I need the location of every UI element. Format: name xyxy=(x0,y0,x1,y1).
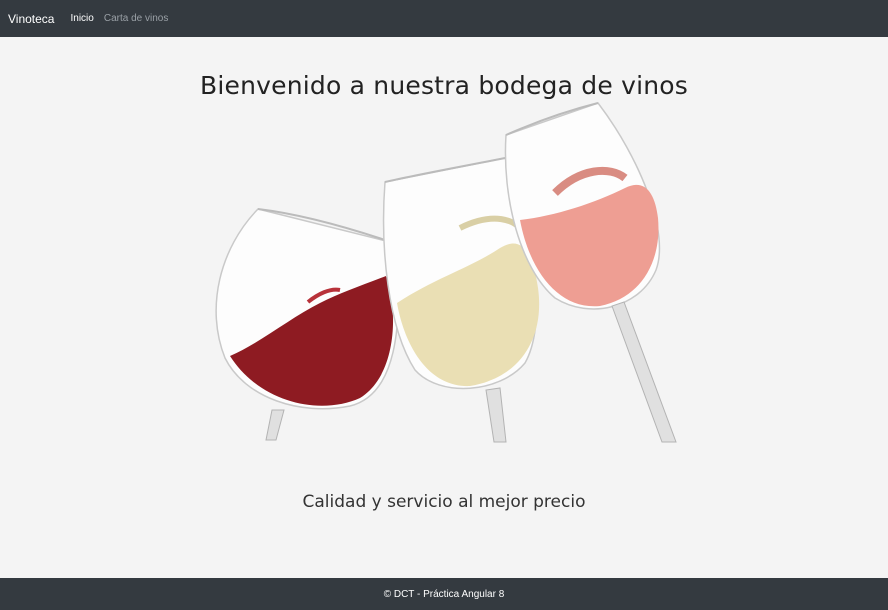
wine-glasses-image xyxy=(215,102,677,443)
nav-link-carta-de-vinos[interactable]: Carta de vinos xyxy=(104,13,168,24)
navbar: Vinoteca Inicio Carta de vinos xyxy=(0,0,888,37)
footer: © DCT - Práctica Angular 8 xyxy=(0,578,888,610)
nav-link-inicio[interactable]: Inicio xyxy=(70,13,93,24)
brand-link[interactable]: Vinoteca xyxy=(8,12,54,26)
hero-image xyxy=(200,98,690,443)
red-wine-glass xyxy=(215,208,399,441)
footer-text: © DCT - Práctica Angular 8 xyxy=(383,588,505,600)
page-title: Bienvenido a nuestra bodega de vinos xyxy=(200,70,688,100)
page-subtitle: Calidad y servicio al mejor precio xyxy=(302,492,586,512)
